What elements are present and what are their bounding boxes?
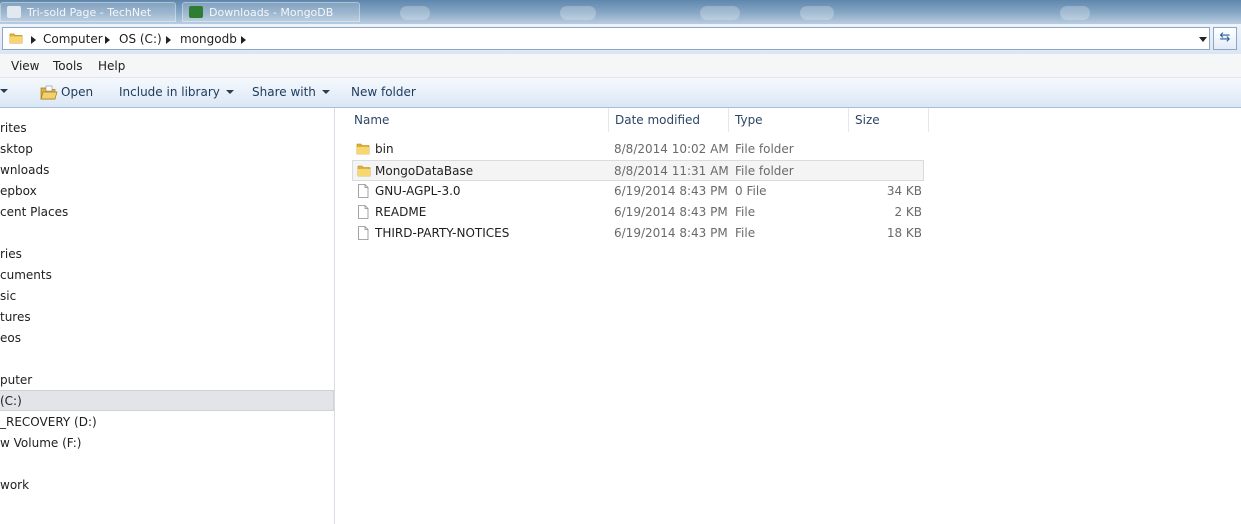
file-type: File folder — [735, 164, 794, 178]
file-icon — [358, 205, 369, 219]
file-icon — [358, 226, 369, 240]
file-type: File folder — [735, 142, 794, 156]
background-blur — [1060, 6, 1090, 20]
column-header-type[interactable]: Type — [729, 108, 849, 132]
file-date-modified: 8/8/2014 11:31 AM — [614, 164, 729, 178]
file-icon — [358, 184, 369, 198]
breadcrumb-separator-icon[interactable] — [105, 36, 110, 44]
open-folder-icon — [40, 85, 58, 100]
nav-item-downloads[interactable]: wnloads — [0, 160, 49, 181]
menu-help[interactable]: Help — [98, 59, 125, 73]
file-row[interactable]: GNU-AGPL-3.0 6/19/2014 8:43 PM 0 File 34… — [352, 181, 924, 202]
file-row[interactable]: README 6/19/2014 8:43 PM File 2 KB — [352, 202, 924, 223]
nav-item-new-volume[interactable]: w Volume (F:) — [0, 433, 81, 454]
browser-tab-label: Downloads - MongoDB — [209, 6, 334, 19]
open-button[interactable]: Open — [61, 85, 93, 99]
share-with-button[interactable]: Share with — [252, 85, 330, 99]
menu-bar: View Tools Help — [0, 54, 1241, 78]
breadcrumb-mongodb[interactable]: mongodb — [180, 32, 237, 46]
nav-item-recent-places[interactable]: cent Places — [0, 202, 68, 223]
file-row[interactable]: MongoDataBase 8/8/2014 11:31 AM File fol… — [352, 160, 924, 181]
folder-icon — [9, 33, 23, 44]
include-in-library-label: Include in library — [119, 85, 220, 99]
refresh-icon: ⇆ — [1219, 30, 1231, 45]
refresh-button[interactable]: ⇆ — [1213, 27, 1237, 50]
nav-item-music[interactable]: sic — [0, 286, 16, 307]
address-bar[interactable]: Computer OS (C:) mongodb — [2, 27, 1210, 50]
file-name: MongoDataBase — [375, 164, 474, 178]
address-row: Computer OS (C:) mongodb ⇆ — [0, 24, 1241, 54]
page-icon — [7, 6, 21, 18]
nav-item-computer[interactable]: puter — [0, 370, 32, 391]
browser-tab[interactable]: Tri-sold Page - TechNet — [0, 2, 176, 22]
mongodb-icon — [189, 6, 203, 18]
file-size: 18 KB — [886, 226, 922, 240]
folder-icon — [356, 143, 370, 155]
file-date-modified: 8/8/2014 10:02 AM — [614, 142, 729, 156]
breadcrumb-separator-icon[interactable] — [166, 36, 171, 44]
organize-dropdown-icon[interactable] — [0, 89, 8, 93]
background-blur — [560, 6, 596, 20]
nav-item-libraries[interactable]: ries — [0, 244, 22, 265]
nav-item-recovery-drive[interactable]: _RECOVERY (D:) — [0, 412, 97, 433]
file-name: README — [375, 205, 427, 219]
column-header-size[interactable]: Size — [849, 108, 929, 132]
nav-item-dropbox[interactable]: epbox — [0, 181, 37, 202]
nav-item-documents[interactable]: cuments — [0, 265, 52, 286]
command-bar: Open Include in library Share with New f… — [0, 78, 1241, 108]
breadcrumb-os-drive[interactable]: OS (C:) — [119, 32, 162, 46]
chevron-down-icon — [225, 90, 234, 94]
file-name: THIRD-PARTY-NOTICES — [375, 226, 510, 240]
menu-tools[interactable]: Tools — [53, 59, 83, 73]
file-date-modified: 6/19/2014 8:43 PM — [614, 184, 728, 198]
breadcrumb-separator-icon[interactable] — [31, 36, 36, 44]
new-folder-button[interactable]: New folder — [351, 85, 416, 99]
file-size: 34 KB — [886, 184, 922, 198]
file-size: 2 KB — [894, 205, 922, 219]
folder-icon — [357, 165, 371, 177]
nav-item-os-drive[interactable]: (C:) — [0, 390, 334, 411]
share-with-label: Share with — [252, 85, 316, 99]
nav-item-favorites[interactable]: rites — [0, 118, 27, 139]
file-row[interactable]: bin 8/8/2014 10:02 AM File folder — [352, 139, 924, 160]
breadcrumb-computer[interactable]: Computer — [43, 32, 103, 46]
file-date-modified: 6/19/2014 8:43 PM — [614, 226, 728, 240]
background-blur — [800, 6, 834, 20]
nav-item-pictures[interactable]: tures — [0, 307, 31, 328]
nav-item-desktop[interactable]: sktop — [0, 139, 33, 160]
address-history-dropdown-icon[interactable] — [1199, 37, 1207, 42]
file-type: 0 File — [735, 184, 767, 198]
nav-item-network[interactable]: work — [0, 475, 29, 496]
navigation-pane[interactable]: rites sktop wnloads epbox cent Places ri… — [0, 108, 335, 524]
column-header-name[interactable]: Name — [348, 108, 609, 132]
file-name: GNU-AGPL-3.0 — [375, 184, 461, 198]
file-date-modified: 6/19/2014 8:43 PM — [614, 205, 728, 219]
breadcrumb-separator-icon[interactable] — [241, 36, 246, 44]
file-row[interactable]: THIRD-PARTY-NOTICES 6/19/2014 8:43 PM Fi… — [352, 223, 924, 244]
file-name: bin — [375, 142, 394, 156]
chevron-down-icon — [321, 90, 330, 94]
browser-tab-label: Tri-sold Page - TechNet — [27, 6, 152, 19]
background-blur — [400, 6, 430, 20]
nav-item-videos[interactable]: eos — [0, 328, 21, 349]
include-in-library-button[interactable]: Include in library — [119, 85, 234, 99]
background-blur — [700, 6, 740, 20]
menu-view[interactable]: View — [11, 59, 39, 73]
taskbar-strip: Tri-sold Page - TechNet Downloads - Mong… — [0, 0, 1241, 24]
column-header-date-modified[interactable]: Date modified — [609, 108, 729, 132]
browser-tab[interactable]: Downloads - MongoDB — [182, 2, 360, 22]
file-type: File — [735, 226, 756, 240]
file-type: File — [735, 205, 756, 219]
